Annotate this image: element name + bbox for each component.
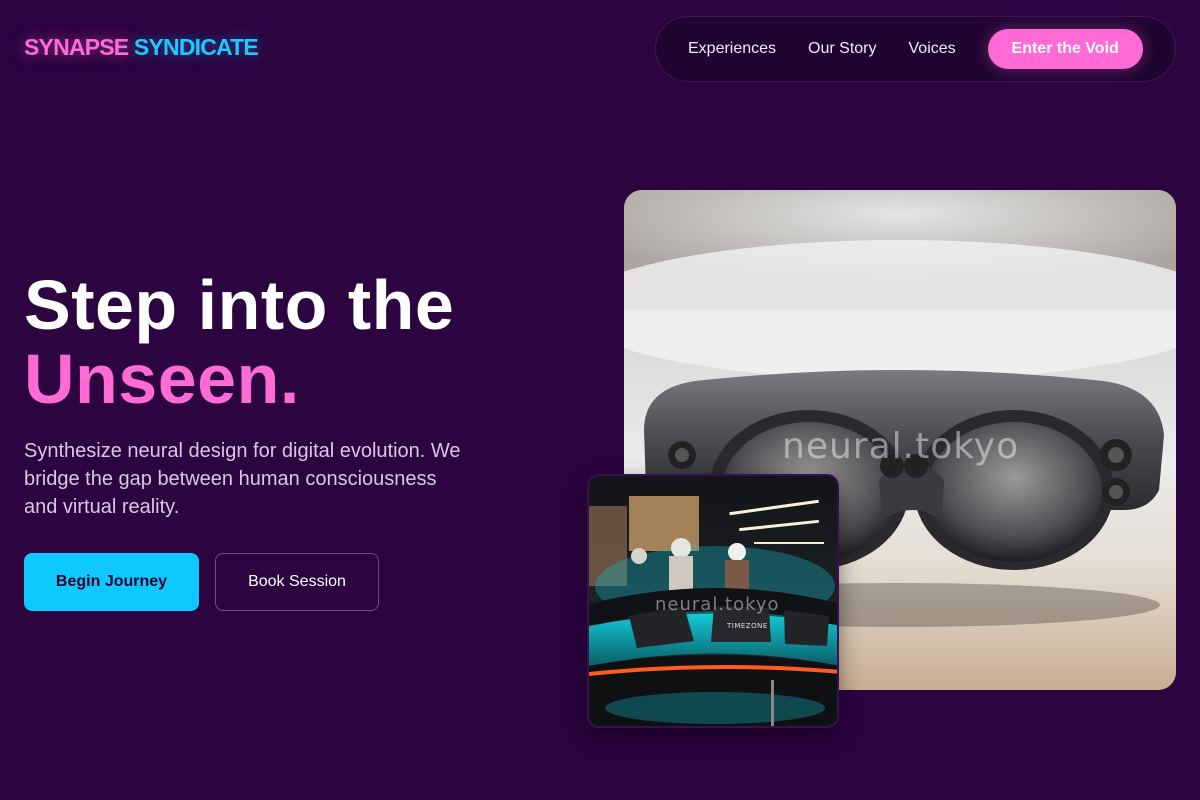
inset-image-watermark: neural.tokyo [655, 594, 780, 615]
hero-subtitle: Synthesize neural design for digital evo… [24, 440, 461, 518]
inset-sign-text: TIMEZONE [727, 622, 768, 630]
nav-link-experiences[interactable]: Experiences [688, 40, 776, 58]
brand-logo[interactable]: SYNAPSE SYNDICATE [24, 34, 259, 61]
main-nav: Experiences Our Story Voices Enter the V… [655, 16, 1176, 82]
brand-name-part2: SYNDICATE [133, 34, 259, 60]
headline-line-2: Unseen. [24, 340, 300, 418]
headline-line-1: Step into the [24, 266, 455, 344]
book-session-button[interactable]: Book Session [215, 553, 379, 611]
hero-headline: Step into the Unseen. [24, 268, 454, 416]
main-image-watermark: neural.tokyo [782, 426, 1020, 467]
landing-page: SYNAPSE SYNDICATE Experiences Our Story … [0, 0, 1200, 800]
nav-link-our-story[interactable]: Our Story [808, 40, 876, 58]
begin-journey-button[interactable]: Begin Journey [24, 553, 199, 611]
nav-link-voices[interactable]: Voices [909, 40, 956, 58]
brand-name-part1: SYNAPSE [24, 34, 129, 60]
enter-the-void-button[interactable]: Enter the Void [987, 29, 1143, 69]
vr-arcade-image: TIMEZONE neural.tokyo [587, 474, 839, 728]
